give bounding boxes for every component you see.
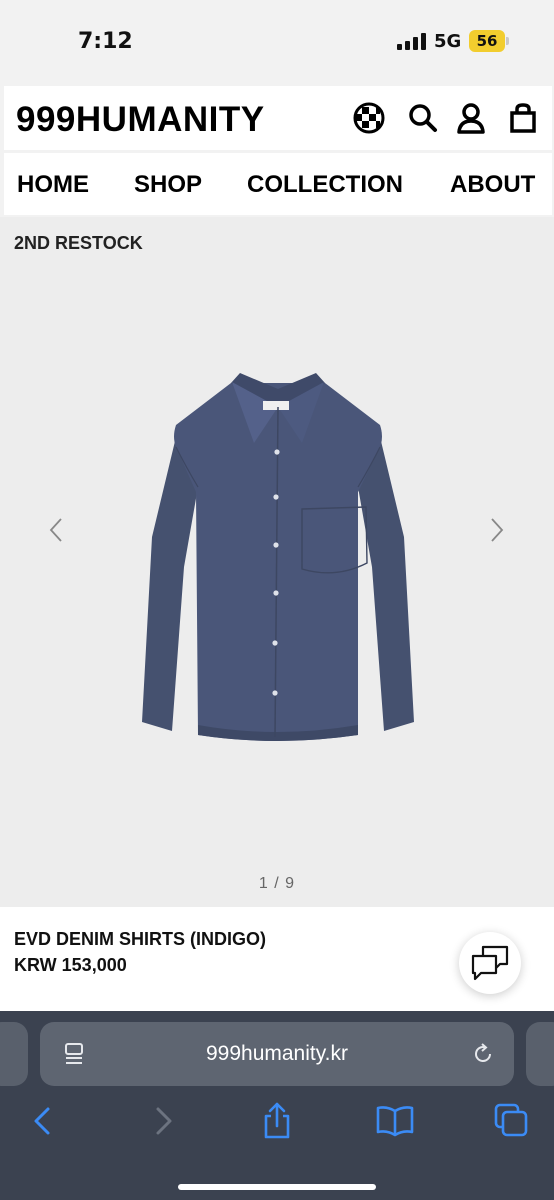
tabs-icon[interactable] <box>490 1099 534 1143</box>
product-image-shirt <box>142 373 414 741</box>
browser-chrome: 999humanity.kr <box>0 1011 554 1200</box>
product-name: EVD DENIM SHIRTS (INDIGO) <box>14 929 267 949</box>
status-time: 7:12 <box>78 29 133 54</box>
battery-tip <box>506 37 509 45</box>
site-nav: HOME SHOP COLLECTION ABOUT <box>4 153 552 215</box>
site-header: 999HUMANITY <box>4 86 552 150</box>
user-icon[interactable] <box>454 101 488 135</box>
product-info: EVD DENIM SHIRTS (INDIGO) KRW 153,000 <box>0 907 554 1011</box>
restock-tag: 2ND RESTOCK <box>14 233 143 253</box>
signal-icon <box>397 33 427 50</box>
back-icon[interactable] <box>22 1099 66 1143</box>
forward-icon[interactable] <box>140 1099 184 1143</box>
next-tab-preview[interactable] <box>526 1022 554 1086</box>
nav-about[interactable]: ABOUT <box>450 171 535 199</box>
nav-collection[interactable]: COLLECTION <box>247 171 403 199</box>
battery-icon: 56 <box>469 30 505 52</box>
prev-image-arrow-icon[interactable] <box>46 515 66 545</box>
search-icon[interactable] <box>406 101 440 135</box>
next-image-arrow-icon[interactable] <box>487 515 507 545</box>
home-indicator <box>178 1184 376 1190</box>
nav-shop[interactable]: SHOP <box>134 171 202 199</box>
site-logo[interactable]: 999HUMANITY <box>16 100 265 140</box>
chat-button[interactable] <box>459 932 521 994</box>
url-text[interactable]: 999humanity.kr <box>40 1042 514 1066</box>
chat-icon <box>471 945 509 981</box>
bag-icon[interactable] <box>506 101 540 135</box>
product-gallery[interactable]: 2ND RESTOCK 1 / 9 <box>0 217 554 907</box>
share-icon[interactable] <box>255 1099 299 1143</box>
image-pager: 1 / 9 <box>258 875 296 892</box>
previous-tab-preview[interactable] <box>0 1022 28 1086</box>
status-bar: 7:12 5G 56 <box>0 0 554 84</box>
address-bar[interactable]: 999humanity.kr <box>40 1022 514 1086</box>
globe-icon[interactable] <box>352 101 386 135</box>
bookmarks-icon[interactable] <box>373 1099 417 1143</box>
product-price: KRW 153,000 <box>14 955 127 975</box>
nav-home[interactable]: HOME <box>17 171 89 199</box>
network-type: 5G <box>434 31 462 52</box>
reload-icon[interactable] <box>471 1042 495 1066</box>
